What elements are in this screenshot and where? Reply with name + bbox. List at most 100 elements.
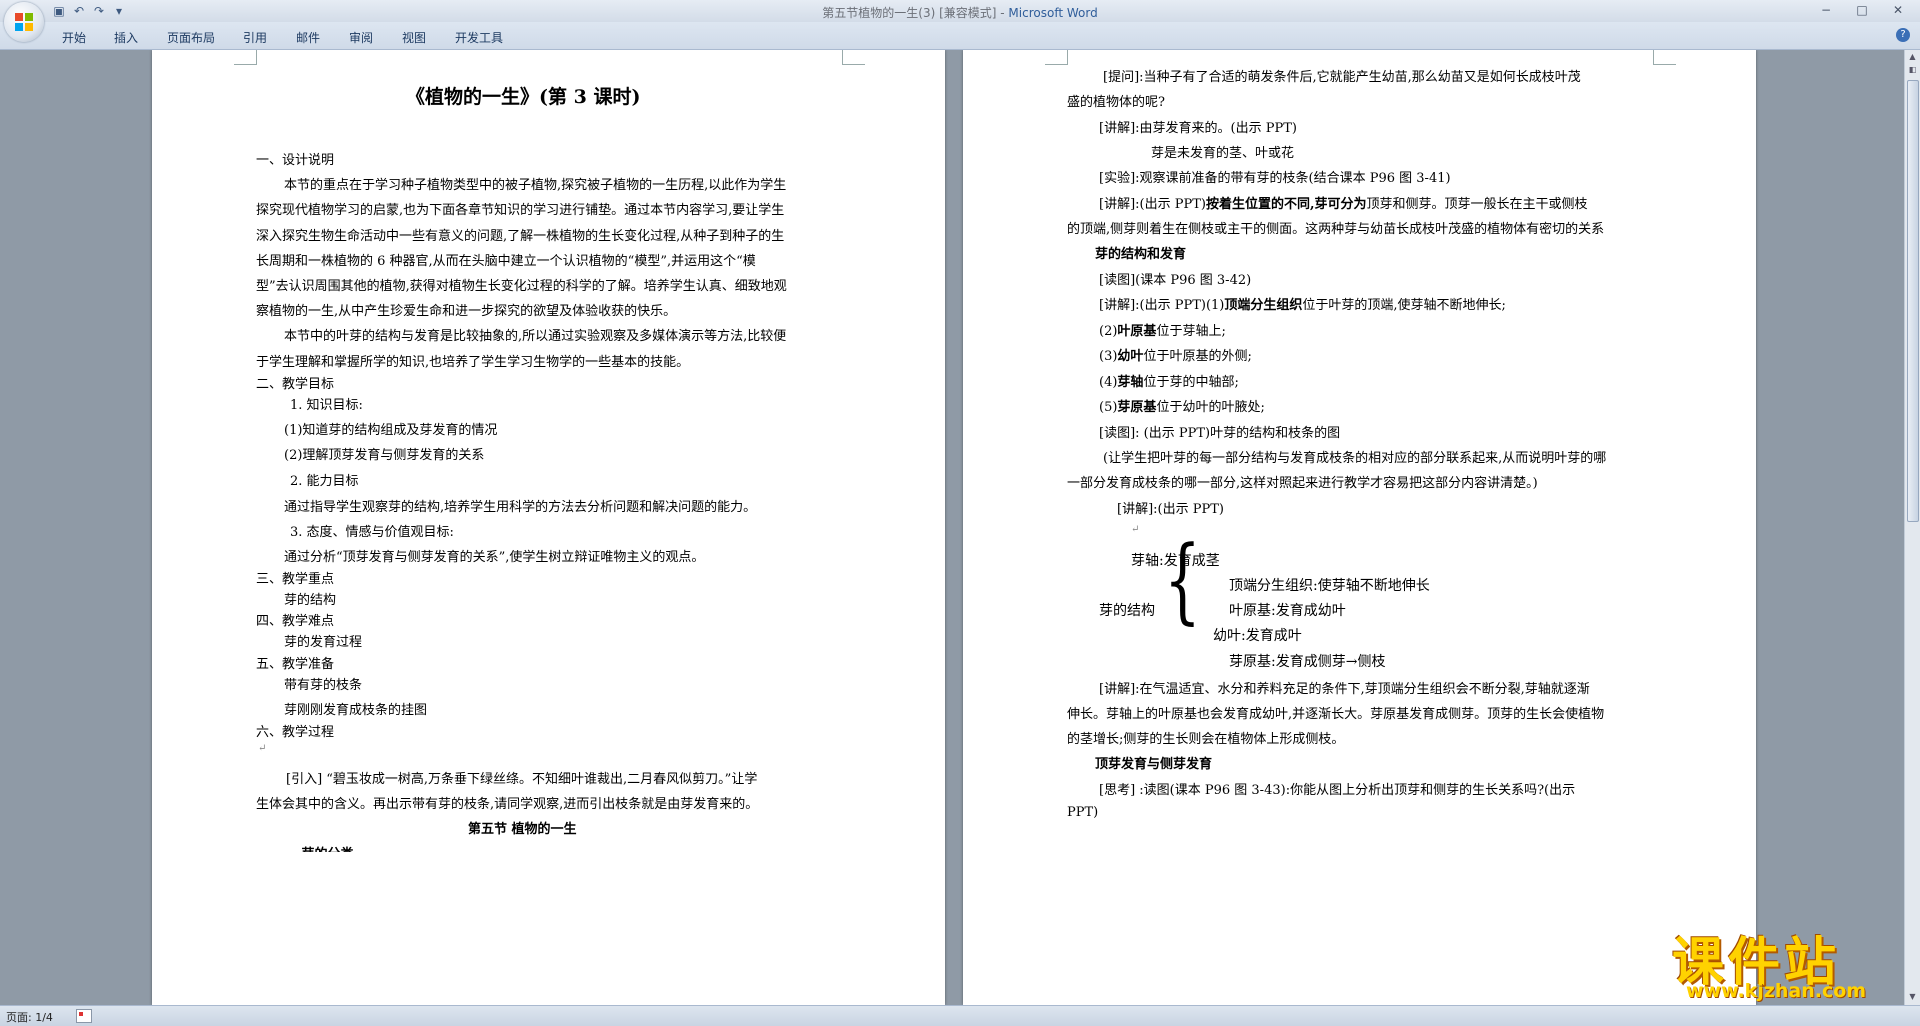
tab-view[interactable]: 视图: [402, 29, 426, 46]
line-segment: 位于幼叶的叶腋处;: [1156, 400, 1265, 415]
subheading: 2. 能力目标: [290, 474, 359, 489]
status-bar: 页面: 1/4: [0, 1005, 1920, 1026]
paragraph-line: [读图]: (出示 PPT)叶芽的结构和枝条的图: [1099, 426, 1341, 441]
tab-developer[interactable]: 开发工具: [455, 29, 503, 46]
document-page-1[interactable]: 《植物的一生》(第 3 课时) 一、设计说明 本节的重点在于学习种子植物类型中的…: [152, 50, 945, 1005]
help-icon[interactable]: ?: [1896, 28, 1910, 42]
document-title: 第五节植物的一生(3) [兼容模式] -: [822, 6, 1009, 20]
list-item: (2)理解顶芽发育与侧芽发育的关系: [284, 448, 485, 463]
margin-corner-mark: [1653, 50, 1676, 65]
subheading: 顶芽发育与侧芽发育: [1095, 757, 1213, 772]
section-heading: 第五节 植物的一生: [468, 822, 577, 837]
bold-text: 芽原基: [1117, 400, 1157, 415]
close-button[interactable]: ✕: [1880, 0, 1916, 20]
bold-text: 幼叶: [1117, 349, 1144, 364]
paragraph-line: (2)叶原基位于芽轴上;: [1099, 320, 1226, 339]
margin-corner-mark: [1045, 50, 1068, 65]
page-indicator[interactable]: 页面: 1/4: [6, 1009, 53, 1025]
paragraph-line: 型”去认识周围其他的植物,获得对植物生长变化过程的科学的了解。培养学生认真、细致…: [256, 279, 787, 294]
heading-preparation: 五、教学准备: [256, 657, 335, 672]
paragraph-line: 本节中的叶芽的结构与发育是比较抽象的,所以通过实验观察及多媒体演示等方法,比较便: [284, 329, 787, 344]
line-segment: (3): [1099, 349, 1118, 364]
diagram-root-label: 芽的结构: [1099, 603, 1155, 619]
paragraph-line: (4)芽轴位于芽的中轴部;: [1099, 371, 1239, 390]
list-item: (1)知道芽的结构组成及芽发育的情况: [284, 423, 498, 438]
paragraph-line: [讲解]:由芽发育来的。(出示 PPT): [1099, 121, 1297, 136]
heading-key-points: 三、教学重点: [256, 572, 335, 587]
line-segment: 位于叶原基的外侧;: [1143, 349, 1252, 364]
document-page-2[interactable]: [提问]:当种子有了合适的萌发条件后,它就能产生幼苗,那么幼苗又是如何长成枝叶茂…: [963, 50, 1756, 1005]
left-brace: {: [1164, 525, 1201, 635]
paragraph-line: 通过指导学生观察芽的结构,培养学生用科学的方法去分析问题和解决问题的能力。: [284, 500, 757, 515]
paragraph-line: 长周期和一株植物的 6 种器官,从而在头脑中建立一个认识植物的“模型”,并运用这…: [256, 254, 756, 269]
paragraph-line: 探究现代植物学习的启蒙,也为下面各章节知识的学习进行铺垫。通过本节内容学习,要让…: [256, 203, 785, 218]
paragraph-mark: ↵: [258, 743, 267, 754]
paragraph-line: 芽的发育过程: [284, 635, 363, 650]
diagram-item: 顶端分生组织:使芽轴不断地伸长: [1229, 578, 1430, 594]
heading-process: 六、教学过程: [256, 725, 335, 740]
diagram-item: 芽原基:发育成侧芽→侧枝: [1229, 654, 1386, 670]
title-bar: ▣ ↶ ↷ ▾ 第五节植物的一生(3) [兼容模式] - Microsoft W…: [0, 0, 1920, 23]
document-title-heading: 《植物的一生》(第 3 课时): [406, 86, 641, 108]
paragraph-line: [讲解]:(出示 PPT)(1)顶端分生组织位于叶芽的顶端,使芽轴不断地伸长;: [1099, 294, 1506, 313]
subheading: 1. 知识目标:: [290, 398, 363, 413]
paragraph-line: 一 芽的分类: [284, 847, 354, 862]
line-segment: 位于芽轴上;: [1156, 324, 1226, 339]
window-title: 第五节植物的一生(3) [兼容模式] - Microsoft Word: [0, 4, 1920, 21]
watermark-url: www.kjzhan.com: [1686, 980, 1867, 1002]
document-area: 《植物的一生》(第 3 课时) 一、设计说明 本节的重点在于学习种子植物类型中的…: [0, 50, 1905, 1005]
paragraph-line: 盛的植物体的呢?: [1067, 95, 1165, 110]
heading-design-notes: 一、设计说明: [256, 153, 335, 168]
proofing-icon[interactable]: [76, 1009, 92, 1023]
scroll-thumb[interactable]: [1907, 80, 1919, 522]
tab-home[interactable]: 开始: [62, 29, 86, 46]
maximize-button[interactable]: □: [1844, 0, 1880, 20]
tab-review[interactable]: 审阅: [349, 29, 373, 46]
paragraph-line: 的顶端,侧芽则着生在侧枝或主干的侧面。这两种芽与幼苗长成枝叶茂盛的植物体有密切的…: [1067, 222, 1605, 237]
tab-references[interactable]: 引用: [243, 29, 267, 46]
subheading: 3. 态度、情感与价值观目标:: [290, 525, 454, 540]
paragraph-line: 芽是未发育的茎、叶或花: [1151, 146, 1295, 161]
minimize-button[interactable]: −: [1808, 0, 1844, 20]
scroll-up-icon[interactable]: ▲: [1907, 52, 1918, 63]
tab-page-layout[interactable]: 页面布局: [167, 29, 215, 46]
paragraph-line: 深入探究生物生命活动中一些有意义的问题,了解一株植物的生长变化过程,从种子到种子…: [256, 229, 785, 244]
heading-difficulties: 四、教学难点: [256, 614, 335, 629]
margin-corner-mark: [234, 50, 257, 65]
paragraph-line: 生体会其中的含义。再出示带有芽的枝条,请同学观察,进而引出枝条就是由芽发育来的。: [256, 797, 759, 812]
diagram-item: 叶原基:发育成幼叶: [1229, 603, 1346, 619]
line-segment: [讲解]:(出示 PPT)(1): [1099, 298, 1225, 313]
paragraph-line: 通过分析“顶芽发育与侧芽发育的关系”,使学生树立辩证唯物主义的观点。: [284, 550, 705, 565]
bold-text: 按着生位置的不同,芽可分为: [1205, 197, 1367, 212]
diagram-item: 芽轴:发育成茎: [1131, 553, 1220, 569]
office-button[interactable]: [4, 2, 44, 42]
app-name: Microsoft Word: [1008, 6, 1098, 20]
heading-goals: 二、教学目标: [256, 377, 335, 392]
paragraph-line: [讲解]:(出示 PPT)按着生位置的不同,芽可分为顶芽和侧芽。顶芽一般长在主干…: [1099, 193, 1588, 212]
paragraph-line: [讲解]:在气温适宜、水分和养料充足的条件下,芽顶端分生组织会不断分裂,芽轴就逐…: [1099, 682, 1590, 697]
paragraph-mark: ↵: [1131, 524, 1140, 535]
watermark-logo: 课件站 www.kjzhan.com: [1672, 920, 1912, 1004]
paragraph-line: 本节的重点在于学习种子植物类型中的被子植物,探究被子植物的一生历程,以此作为学生: [284, 178, 787, 193]
line-segment: [讲解]:(出示 PPT): [1099, 197, 1206, 212]
diagram-item: 幼叶:发育成叶: [1213, 628, 1302, 644]
proofing-mark: [79, 1012, 83, 1016]
tab-mailings[interactable]: 邮件: [296, 29, 320, 46]
paragraph-line: (5)芽原基位于幼叶的叶腋处;: [1099, 396, 1265, 415]
paragraph-line: 的茎增长;侧芽的生长则会在植物体上形成侧枝。: [1067, 732, 1345, 747]
bold-text: 叶原基: [1117, 324, 1157, 339]
paragraph-line: [讲解]:(出示 PPT): [1117, 502, 1224, 517]
tab-insert[interactable]: 插入: [114, 29, 138, 46]
line-segment: 位于芽的中轴部;: [1143, 375, 1239, 390]
line-segment: 位于叶芽的顶端,使芽轴不断地伸长;: [1302, 298, 1506, 313]
paragraph-line: 芽的结构: [284, 593, 337, 608]
margin-corner-mark: [842, 50, 865, 65]
ruler-toggle-icon[interactable]: ◧: [1907, 65, 1918, 76]
line-segment: (5): [1099, 400, 1118, 415]
vertical-scrollbar[interactable]: ▲ ◧ ▼: [1904, 50, 1920, 1005]
paragraph-line: (让学生把叶芽的每一部分结构与发育成枝条的相对应的部分联系起来,从而说明叶芽的哪: [1103, 451, 1607, 466]
paragraph-line: 一部分发育成枝条的哪一部分,这样对照起来进行教学才容易把这部分内容讲清楚。): [1067, 476, 1538, 491]
paragraph-line: [思考] :读图(课本 P96 图 3-43):你能从图上分析出顶芽和侧芽的生长…: [1099, 783, 1576, 798]
paragraph-line: 带有芽的枝条: [284, 678, 363, 693]
ribbon-tabs: 开始 插入 页面布局 引用 邮件 审阅 视图 开发工具 ?: [0, 22, 1920, 50]
